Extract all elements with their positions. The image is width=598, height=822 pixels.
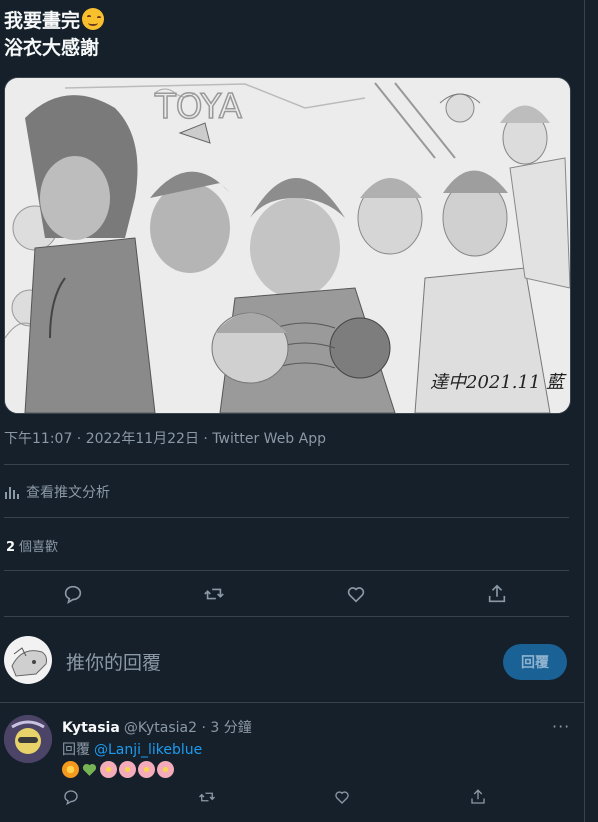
analytics-icon xyxy=(5,487,19,499)
reply-icon[interactable] xyxy=(62,583,84,605)
image-signature: 達中2021.11 藍 xyxy=(430,372,565,393)
divider xyxy=(4,616,569,617)
reply-author-avatar[interactable] xyxy=(4,715,52,763)
likes-count: 2 xyxy=(6,540,16,555)
cherry-blossom-icon xyxy=(119,761,136,778)
like-heart-icon[interactable] xyxy=(345,583,367,605)
replying-to: 回覆 @Lanji_likeblue xyxy=(62,739,202,759)
tweet-text-line1: 我要畫完 xyxy=(4,10,81,32)
divider xyxy=(4,464,569,465)
cherry-blossom-icon xyxy=(100,761,117,778)
svg-text:TOYA: TOYA xyxy=(154,87,242,127)
orange-blossom-icon xyxy=(62,761,79,778)
reply-author: Kytasia @Kytasia2 · 3 分鐘 xyxy=(62,717,252,737)
tweet-text-line2: 浴衣大感謝 xyxy=(4,37,100,59)
reply-text xyxy=(62,761,174,778)
likes-label: 個喜歡 xyxy=(19,540,59,555)
sketch-illustration: TOYA xyxy=(5,78,570,413)
reply-action-bar xyxy=(0,788,584,812)
reply-compose: 推你的回覆 回覆 xyxy=(4,636,569,686)
avatar-image xyxy=(4,715,52,763)
share-icon[interactable] xyxy=(469,788,487,806)
likes-count-link[interactable]: 2 個喜歡 xyxy=(6,536,58,555)
like-heart-icon[interactable] xyxy=(333,788,351,806)
reply-icon[interactable] xyxy=(62,788,80,806)
share-icon[interactable] xyxy=(486,583,508,605)
tweet-timestamp[interactable]: 下午11:07 · 2022年11月22日 · Twitter Web App xyxy=(4,428,326,448)
retweet-icon[interactable] xyxy=(198,788,216,806)
reply-button[interactable]: 回覆 xyxy=(503,644,567,680)
smiling-face-relaxed-icon xyxy=(82,8,105,30)
avatar-sketch xyxy=(11,647,47,677)
green-heart-icon xyxy=(82,763,97,776)
tweet-analytics-link[interactable]: 查看推文分析 xyxy=(4,482,110,502)
analytics-label: 查看推文分析 xyxy=(26,485,110,501)
replying-to-handle[interactable]: @Lanji_likeblue xyxy=(94,742,202,758)
cherry-blossom-icon xyxy=(157,761,174,778)
tweet-image[interactable]: TOYA 達中2021.11 藍 xyxy=(4,77,571,414)
tweet-text: 我要畫完 浴衣大感謝 xyxy=(4,8,105,62)
replying-to-label: 回覆 xyxy=(62,742,90,758)
divider xyxy=(4,517,569,518)
timeline-border xyxy=(584,0,585,822)
tweet-action-bar xyxy=(0,583,598,607)
reply-author-name[interactable]: Kytasia xyxy=(62,720,120,736)
more-options-icon[interactable]: ··· xyxy=(552,717,570,736)
reply-input[interactable]: 推你的回覆 xyxy=(66,648,161,675)
divider xyxy=(4,570,569,571)
retweet-icon[interactable] xyxy=(203,583,225,605)
cherry-blossom-icon xyxy=(138,761,155,778)
user-avatar[interactable] xyxy=(4,636,52,684)
reply-author-handle[interactable]: @Kytasia2 · 3 分鐘 xyxy=(124,720,252,736)
